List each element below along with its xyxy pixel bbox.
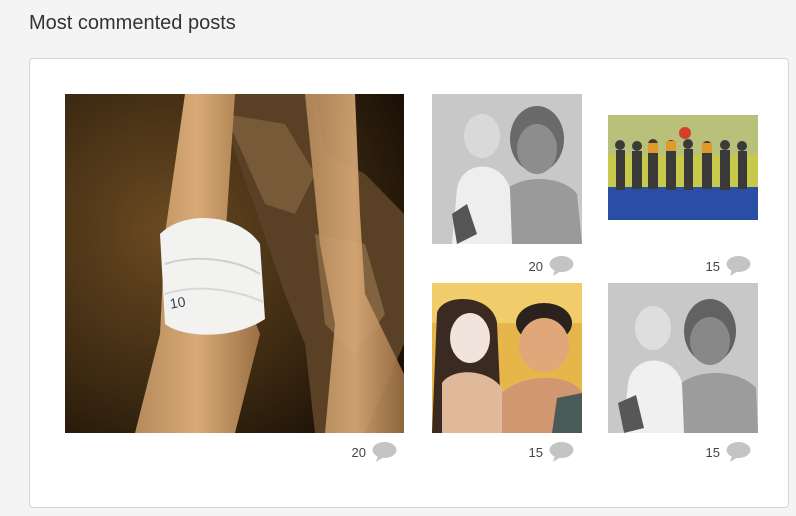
comment-count: 15	[528, 444, 543, 460]
comment-count: 15	[705, 444, 720, 460]
svg-text:10: 10	[169, 293, 187, 311]
most-commented-posts-panel: 10 20 20 15 15 15	[29, 58, 789, 508]
post-meta-1: 20	[330, 441, 397, 463]
post-meta-5: 15	[680, 441, 751, 463]
comment-icon[interactable]	[549, 256, 574, 276]
section-title: Most commented posts	[29, 12, 236, 34]
post-image-1[interactable]: 10	[65, 94, 404, 433]
comment-icon[interactable]	[549, 442, 574, 462]
post-image-5[interactable]	[608, 283, 758, 433]
comment-count: 20	[351, 444, 366, 460]
comment-icon[interactable]	[726, 442, 751, 462]
comment-count: 15	[705, 258, 720, 274]
post-meta-4: 15	[500, 441, 574, 463]
post-image-2[interactable]	[432, 94, 582, 244]
post-meta-2: 20	[500, 255, 574, 277]
post-image-4[interactable]	[432, 283, 582, 433]
post-meta-3: 15	[680, 255, 751, 277]
post-image-3[interactable]	[608, 115, 758, 220]
comment-icon[interactable]	[726, 256, 751, 276]
comment-count: 20	[528, 258, 543, 274]
comment-icon[interactable]	[372, 442, 397, 462]
